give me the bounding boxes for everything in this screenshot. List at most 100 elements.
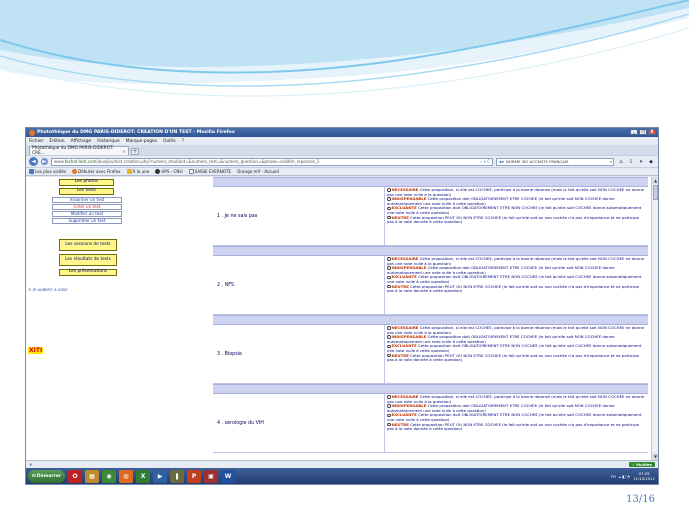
nav-tests-button[interactable]: Les tests [59, 188, 114, 195]
menu-tools[interactable]: Outils [163, 139, 176, 144]
mcafee-badge[interactable]: ✓ McAfee [628, 462, 655, 467]
search-icon[interactable]: ⌕ [610, 159, 613, 164]
system-clock[interactable]: 07:29 11/10/2011 [633, 471, 655, 481]
start-button[interactable]: ⊞ Démarrer [28, 470, 66, 483]
bookmark-icon [126, 169, 132, 174]
chrome-icon[interactable]: ◉ [102, 470, 117, 483]
question-panel: 1 . Je ne sais pas NECESSAIRE Cette prop… [213, 177, 658, 460]
menu-help[interactable]: ? [182, 139, 184, 144]
question-options: NECESSAIRE Cette proposition, si elle es… [385, 187, 648, 245]
search-engine-icon[interactable]: ◈▾ [499, 159, 504, 164]
option-neutral[interactable]: NEUTRE Cette proposition PEUT OU NON ETR… [387, 353, 646, 363]
download-icon[interactable]: ⇩ [627, 158, 635, 166]
window-title: Photothèque du DMG PARIS-DIDEROT: CREATI… [37, 130, 235, 135]
nav-create-test-link[interactable]: Créer un test [52, 204, 122, 210]
url-bar-actions[interactable]: ☆ ▾ C [479, 159, 490, 164]
slide-page-number: 13/16 [626, 494, 655, 505]
url-host: fechat-lerb.com [64, 159, 97, 164]
nav-sessions-button[interactable]: Les sessions de tests [59, 239, 117, 251]
question-options: NECESSAIRE Cette proposition, si elle es… [385, 325, 648, 383]
menu-file[interactable]: Fichier [29, 139, 43, 144]
scroll-up-icon[interactable]: ▲ [652, 177, 658, 184]
back-button[interactable]: ◄ [29, 157, 38, 166]
option-neutral[interactable]: NEUTRE Cette proposition PEUT OU NON ETR… [387, 284, 646, 294]
word-icon[interactable]: W [221, 470, 236, 483]
bookmark-item[interactable]: Orange mif - Accueil [237, 169, 279, 174]
maximize-button[interactable]: ❐ [639, 129, 647, 135]
tab-bar: Photothèque du DMG PARIS-DIDEROT: CRÉ...… [26, 145, 658, 156]
row-separator [213, 315, 648, 325]
bookmarks-toolbar: Les plus visités Débuter avec Firefox À … [26, 167, 658, 176]
window-controls: _ ❐ X [630, 129, 656, 135]
bookmark-icon [188, 169, 194, 174]
excel-icon[interactable]: X [136, 470, 151, 483]
menu-icon[interactable]: ◆ [647, 158, 655, 166]
language-indicator[interactable]: FR [611, 474, 616, 479]
question-row: 4 . sérologie du VIH NECESSAIRE Cette pr… [213, 394, 648, 453]
windows-logo-icon: ⊞ [32, 474, 36, 479]
app-icon[interactable]: ❚ [170, 470, 185, 483]
bookmark-item[interactable]: Débuter avec Firefox [72, 169, 121, 174]
row-separator [213, 384, 648, 394]
explorer-icon[interactable]: ▦ [85, 470, 100, 483]
tab-active[interactable]: Photothèque du DMG PARIS-DIDEROT: CRÉ...… [29, 146, 129, 156]
close-button[interactable]: X [648, 129, 656, 135]
row-separator [213, 246, 648, 256]
firefox-window: Photothèque du DMG PARIS-DIDEROT: CREATI… [25, 127, 659, 485]
question-label: 1 . Je ne sais pas [213, 187, 385, 245]
menu-history[interactable]: Historique [97, 139, 120, 144]
url-bar[interactable]: www. fechat-lerb.com/jeus/jeu/test.creati… [51, 157, 493, 166]
start-label: Démarrer [36, 474, 62, 479]
nav-presentations-button[interactable]: Les présentations [59, 269, 117, 276]
nav-results-button[interactable]: Les résultats de tests [59, 254, 117, 266]
bookmark-item[interactable]: HPS - CNH [155, 169, 183, 174]
nav-view-test-link[interactable]: Visionner un test [52, 197, 122, 203]
bookmark-item[interactable]: Les plus visités [29, 169, 66, 174]
question-options: NECESSAIRE Cette proposition, si elle es… [385, 256, 648, 314]
nav-delete-test-link[interactable]: Supprimer un test [52, 218, 122, 224]
vertical-scrollbar[interactable]: ▲ ▼ [651, 177, 658, 460]
minimize-button[interactable]: _ [630, 129, 638, 135]
status-close-icon[interactable]: ✕ [29, 462, 32, 467]
presentation-slide: Photothèque du DMG PARIS-DIDEROT: CREATI… [0, 0, 689, 517]
status-bar: ✕ ✓ McAfee [26, 460, 658, 468]
forward-button[interactable]: ► [41, 158, 48, 165]
firefox-taskbar-icon[interactable]: ◍ [119, 470, 134, 483]
question-row: 3 . Biopsie NECESSAIRE Cette proposition… [213, 325, 648, 384]
powerpoint-icon[interactable]: P [187, 470, 202, 483]
question-label: 4 . sérologie du VIH [213, 394, 385, 452]
tray-icons[interactable]: ▴ ◧ ◔ [619, 474, 630, 479]
page-content: Les photos Les tests Visionner un test C… [26, 177, 658, 460]
new-tab-button[interactable]: + [131, 148, 139, 155]
row-separator [213, 177, 648, 187]
addon-icon[interactable]: ▾ [637, 158, 645, 166]
tab-close-icon[interactable]: × [123, 149, 126, 154]
pdf-icon[interactable]: ▣ [204, 470, 219, 483]
nav-edit-test-link[interactable]: Modifier un test [52, 211, 122, 217]
toolbar-icons: ⌂ ⇩ ▾ ◆ [617, 158, 655, 166]
copyright-text: © JP AUBERT, A IOSSI [28, 288, 68, 292]
search-input[interactable]: ◈▾ NORME ISO ACCENTS FRANCAIS ⌕ [496, 157, 614, 166]
option-neutral[interactable]: NEUTRE Cette proposition PEUT OU NON ETR… [387, 422, 646, 432]
question-options: NECESSAIRE Cette proposition, si elle es… [385, 394, 648, 452]
menu-bookmarks[interactable]: Marque-pages [126, 139, 157, 144]
search-value: NORME ISO ACCENTS FRANCAIS [505, 159, 569, 164]
left-navigation: Les photos Les tests Visionner un test C… [26, 177, 213, 460]
opera-icon[interactable]: O [68, 470, 83, 483]
questions-table: 1 . Je ne sais pas NECESSAIRE Cette prop… [213, 177, 648, 453]
option-neutral[interactable]: NEUTRE Cette proposition PEUT OU NON ETR… [387, 215, 646, 225]
scroll-down-icon[interactable]: ▼ [652, 453, 658, 460]
menu-view[interactable]: Affichage [71, 139, 92, 144]
question-row: 2 . NFS NECESSAIRE Cette proposition, si… [213, 256, 648, 315]
nav-photos-button[interactable]: Les photos [59, 179, 114, 186]
home-icon[interactable]: ⌂ [617, 158, 625, 166]
xiti-logo[interactable]: XITI [28, 347, 44, 354]
menu-edit[interactable]: Édition [49, 139, 64, 144]
bookmark-item[interactable]: À la une [126, 169, 149, 174]
bookmark-icon [155, 169, 161, 174]
scroll-thumb[interactable] [653, 185, 658, 200]
media-player-icon[interactable]: ▶ [153, 470, 168, 483]
menu-bar: Fichier Édition Affichage Historique Mar… [26, 137, 658, 145]
slide-header-swoosh [0, 0, 689, 97]
bookmark-item[interactable]: SAISIE EVERNOTE [188, 169, 231, 174]
